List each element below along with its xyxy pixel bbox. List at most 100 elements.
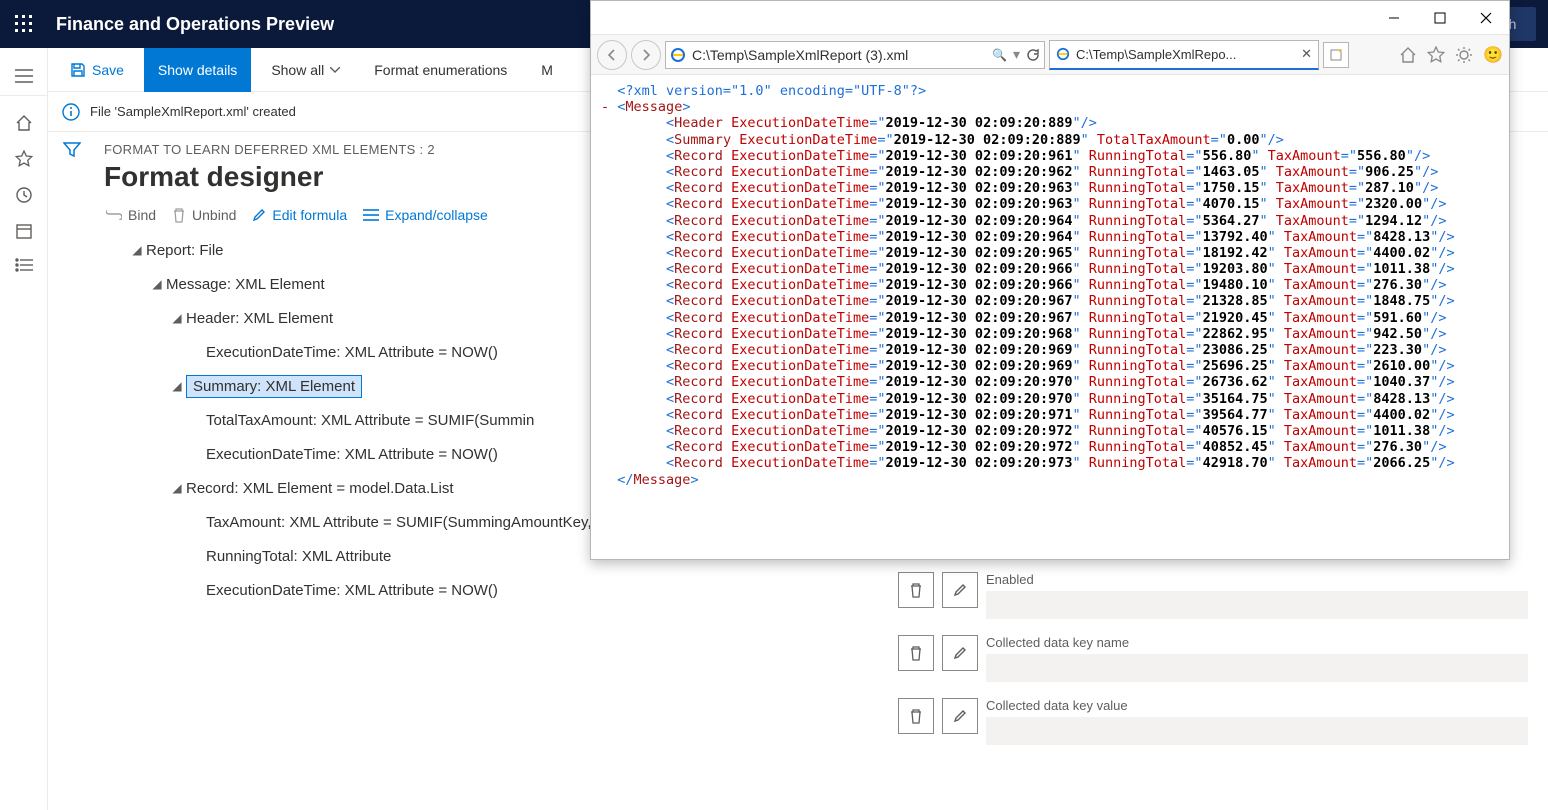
expand-collapse-button[interactable]: Expand/collapse bbox=[363, 207, 488, 223]
calendar-icon[interactable] bbox=[15, 222, 33, 240]
hamburger-icon[interactable] bbox=[0, 56, 48, 96]
show-details-button[interactable]: Show details bbox=[144, 48, 251, 92]
notification-text: File 'SampleXmlReport.xml' created bbox=[90, 104, 296, 119]
close-button[interactable] bbox=[1463, 1, 1509, 35]
trash-icon bbox=[172, 207, 186, 223]
xml-line: <Summary ExecutionDateTime="2019-12-30 0… bbox=[601, 132, 1499, 148]
pencil-icon bbox=[252, 208, 266, 222]
delete-button[interactable] bbox=[898, 698, 934, 734]
xml-line: <Record ExecutionDateTime="2019-12-30 02… bbox=[601, 391, 1499, 407]
bind-button[interactable]: Bind bbox=[106, 207, 156, 223]
xml-line: <Record ExecutionDateTime="2019-12-30 02… bbox=[601, 196, 1499, 212]
bind-label: Bind bbox=[128, 207, 156, 223]
pencil-icon bbox=[953, 709, 967, 723]
smiley-icon[interactable]: 🙂 bbox=[1483, 45, 1503, 65]
xml-line: - <Message> bbox=[601, 99, 1499, 115]
xml-line: <Record ExecutionDateTime="2019-12-30 02… bbox=[601, 407, 1499, 423]
edit-button[interactable] bbox=[942, 572, 978, 608]
prop-input[interactable] bbox=[986, 591, 1528, 619]
property-keyvalue: Collected data key value bbox=[898, 698, 1528, 745]
edit-button[interactable] bbox=[942, 698, 978, 734]
edit-formula-button[interactable]: Edit formula bbox=[252, 207, 347, 223]
star-icon[interactable] bbox=[15, 150, 33, 168]
xml-line: <Record ExecutionDateTime="2019-12-30 02… bbox=[601, 277, 1499, 293]
xml-line: <Record ExecutionDateTime="2019-12-30 02… bbox=[601, 293, 1499, 309]
favorites-icon[interactable] bbox=[1427, 46, 1445, 64]
search-glyph[interactable]: 🔍 bbox=[992, 48, 1007, 62]
link-icon bbox=[106, 210, 122, 220]
tree-node[interactable]: ExecutionDateTime: XML Attribute = NOW() bbox=[184, 573, 888, 607]
xml-line: <Record ExecutionDateTime="2019-12-30 02… bbox=[601, 148, 1499, 164]
xml-line: <Record ExecutionDateTime="2019-12-30 02… bbox=[601, 358, 1499, 374]
app-title: Finance and Operations Preview bbox=[48, 14, 334, 35]
xml-line: <Record ExecutionDateTime="2019-12-30 02… bbox=[601, 229, 1499, 245]
maximize-button[interactable] bbox=[1417, 1, 1463, 35]
address-text: C:\Temp\SampleXmlReport (3).xml bbox=[692, 47, 986, 63]
edit-formula-label: Edit formula bbox=[272, 207, 347, 223]
xml-line: <?xml version="1.0" encoding="UTF-8"?> bbox=[601, 83, 1499, 99]
xml-line: <Record ExecutionDateTime="2019-12-30 02… bbox=[601, 164, 1499, 180]
caret-icon: ◢ bbox=[128, 243, 146, 257]
xml-line: <Record ExecutionDateTime="2019-12-30 02… bbox=[601, 213, 1499, 229]
prop-label: Collected data key name bbox=[986, 635, 1528, 650]
trash-icon bbox=[909, 582, 923, 598]
xml-line: <Record ExecutionDateTime="2019-12-30 02… bbox=[601, 180, 1499, 196]
delete-button[interactable] bbox=[898, 572, 934, 608]
tools-icon[interactable] bbox=[1455, 46, 1473, 64]
tree-node-label: Header: XML Element bbox=[186, 310, 333, 327]
new-tab-button[interactable] bbox=[1323, 42, 1349, 68]
filter-icon[interactable] bbox=[63, 142, 81, 810]
filter-column bbox=[48, 132, 96, 810]
caret-icon: ◢ bbox=[168, 379, 186, 393]
tab-close-icon[interactable]: ✕ bbox=[1301, 46, 1312, 62]
tree-node-label: Record: XML Element = model.Data.List bbox=[186, 480, 453, 497]
format-enumerations-button[interactable]: Format enumerations bbox=[360, 48, 521, 92]
minimize-button[interactable] bbox=[1371, 1, 1417, 35]
caret-icon: ◢ bbox=[148, 277, 166, 291]
xml-line: <Record ExecutionDateTime="2019-12-30 02… bbox=[601, 342, 1499, 358]
home-icon[interactable] bbox=[15, 114, 33, 132]
prop-label: Enabled bbox=[986, 572, 1528, 587]
forward-button[interactable] bbox=[631, 40, 661, 70]
back-button[interactable] bbox=[597, 40, 627, 70]
tree-node-label: Message: XML Element bbox=[166, 276, 325, 293]
tree-node-label: TotalTaxAmount: XML Attribute = SUMIF(Su… bbox=[206, 412, 534, 429]
ie-logo-icon bbox=[670, 47, 686, 63]
app-launcher-icon[interactable] bbox=[0, 0, 48, 48]
xml-line: <Header ExecutionDateTime="2019-12-30 02… bbox=[601, 115, 1499, 131]
home-icon[interactable] bbox=[1399, 46, 1417, 64]
address-bar[interactable]: C:\Temp\SampleXmlReport (3).xml 🔍 ▾ bbox=[665, 41, 1045, 69]
ie-logo-icon bbox=[1056, 47, 1070, 61]
browser-tab[interactable]: C:\Temp\SampleXmlRepo... ✕ bbox=[1049, 40, 1319, 70]
save-icon bbox=[70, 62, 86, 78]
show-all-button[interactable]: Show all bbox=[257, 48, 354, 92]
show-details-label: Show details bbox=[158, 62, 237, 78]
xml-line: <Record ExecutionDateTime="2019-12-30 02… bbox=[601, 423, 1499, 439]
save-button[interactable]: Save bbox=[56, 48, 138, 92]
xml-line: </Message> bbox=[601, 472, 1499, 488]
xml-line: <Record ExecutionDateTime="2019-12-30 02… bbox=[601, 245, 1499, 261]
tree-node-label: ExecutionDateTime: XML Attribute = NOW() bbox=[206, 344, 498, 361]
edit-button[interactable] bbox=[942, 635, 978, 671]
xml-line: <Record ExecutionDateTime="2019-12-30 02… bbox=[601, 374, 1499, 390]
list-icon[interactable] bbox=[15, 258, 33, 272]
unbind-button[interactable]: Unbind bbox=[172, 207, 236, 223]
expand-label: Expand/collapse bbox=[385, 207, 488, 223]
more-button[interactable]: M bbox=[527, 48, 567, 92]
clock-icon[interactable] bbox=[15, 186, 33, 204]
tree-node-label: RunningTotal: XML Attribute bbox=[206, 548, 391, 565]
xml-line: <Record ExecutionDateTime="2019-12-30 02… bbox=[601, 261, 1499, 277]
xml-line: <Record ExecutionDateTime="2019-12-30 02… bbox=[601, 455, 1499, 471]
delete-button[interactable] bbox=[898, 635, 934, 671]
prop-label: Collected data key value bbox=[986, 698, 1528, 713]
refresh-icon[interactable] bbox=[1026, 48, 1040, 62]
more-label: M bbox=[541, 62, 553, 78]
prop-input[interactable] bbox=[986, 654, 1528, 682]
tree-node-label: ExecutionDateTime: XML Attribute = NOW() bbox=[206, 446, 498, 463]
chevron-down-icon bbox=[330, 67, 340, 73]
ie-toolbar: C:\Temp\SampleXmlReport (3).xml 🔍 ▾ C:\T… bbox=[591, 35, 1509, 75]
prop-input[interactable] bbox=[986, 717, 1528, 745]
properties-panel: Enabled Collected data key name Collecte… bbox=[888, 562, 1548, 810]
trash-icon bbox=[909, 645, 923, 661]
ie-window: C:\Temp\SampleXmlReport (3).xml 🔍 ▾ C:\T… bbox=[590, 0, 1510, 560]
